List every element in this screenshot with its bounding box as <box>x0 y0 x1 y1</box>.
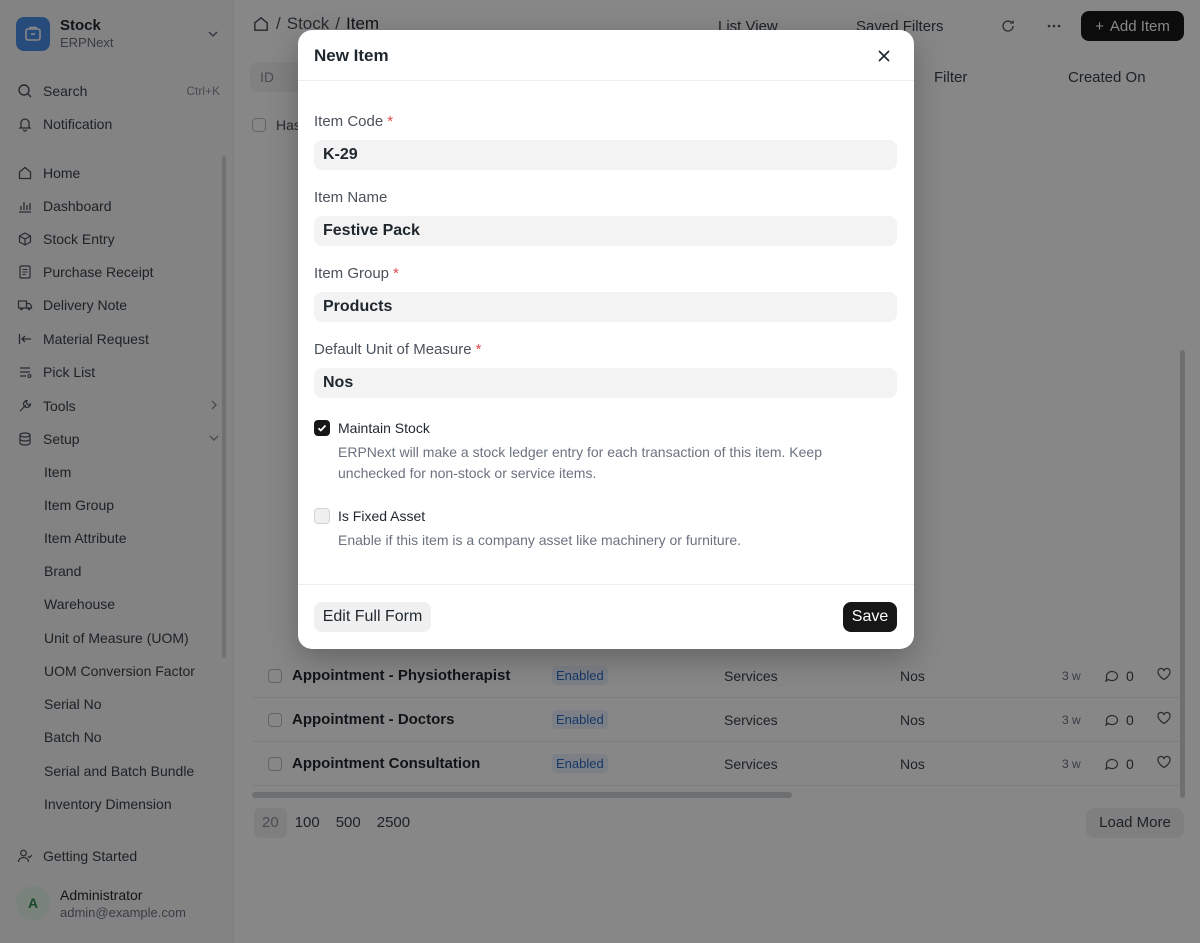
fixed-asset-checkbox[interactable] <box>314 508 330 524</box>
edit-full-form-button[interactable]: Edit Full Form <box>314 602 431 632</box>
item-code-input[interactable]: K-29 <box>314 140 897 170</box>
item-group-label: Item Group * <box>314 265 399 282</box>
maintain-stock-description: ERPNext will make a stock ledger entry f… <box>338 444 822 481</box>
checkmark-icon <box>317 424 327 432</box>
item-name-input[interactable]: Festive Pack <box>314 216 897 246</box>
dialog-footer: Edit Full Form Save <box>298 584 914 649</box>
item-code-label: Item Code * <box>314 113 394 130</box>
dialog-title: New Item <box>314 46 389 65</box>
fixed-asset-label: Is Fixed Asset <box>338 508 426 524</box>
item-name-label: Item Name <box>314 189 388 206</box>
fixed-asset-row: Is Fixed Asset <box>314 508 425 524</box>
new-item-dialog: New Item Item Code * K-29 Item Name Festi… <box>298 30 914 649</box>
dialog-header: New Item <box>298 30 914 81</box>
close-icon[interactable] <box>874 46 894 66</box>
item-group-input[interactable]: Products <box>314 292 897 322</box>
uom-label: Default Unit of Measure * <box>314 341 482 358</box>
maintain-stock-row: Maintain Stock <box>314 420 430 436</box>
uom-input[interactable]: Nos <box>314 368 897 398</box>
maintain-stock-checkbox[interactable] <box>314 420 330 436</box>
maintain-stock-label: Maintain Stock <box>338 420 430 436</box>
save-button[interactable]: Save <box>843 602 897 632</box>
fixed-asset-description: Enable if this item is a company asset l… <box>338 532 742 548</box>
